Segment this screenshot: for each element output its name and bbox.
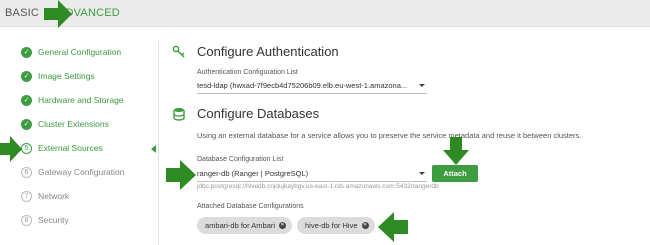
nav-item-image-settings[interactable]: ✓ Image Settings — [21, 66, 95, 86]
auth-config-select[interactable]: tesd-ldap (hwxad-7f9ecb4d75206b09.elb.eu… — [197, 80, 427, 94]
nav-item-general-configuration[interactable]: ✓ General Configuration — [21, 42, 121, 62]
annotation-arrow-icon — [0, 136, 22, 162]
remove-icon[interactable]: ✕ — [279, 222, 287, 229]
annotation-arrow-icon — [443, 137, 469, 165]
nav-item-network[interactable]: 7 Network — [21, 186, 69, 206]
attached-db-label: Attached Database Configurations — [197, 203, 304, 210]
chevron-down-icon — [419, 172, 425, 175]
chevron-down-icon — [419, 84, 425, 87]
nav-item-cluster-extensions[interactable]: ✓ Cluster Extensions — [21, 114, 109, 134]
nav-item-security[interactable]: 8 Security — [21, 210, 69, 230]
db-config-selected-value: ranger-db (Ranger | PostgreSQL) — [197, 169, 309, 178]
annotation-arrow-icon — [378, 212, 408, 242]
mode-tab-bar: BASIC ADVANCED — [0, 0, 650, 27]
database-icon — [172, 107, 186, 121]
step-number: 7 — [21, 190, 32, 202]
remove-icon[interactable]: ✕ — [361, 222, 369, 229]
check-icon: ✓ — [21, 94, 32, 106]
check-icon: ✓ — [21, 46, 32, 58]
attached-db-chip-hive: hive-db for Hive ✕ — [297, 217, 375, 234]
db-list-label: Database Configuration List — [197, 156, 284, 163]
tab-basic[interactable]: BASIC — [5, 7, 39, 19]
nav-item-label: Gateway Configuration — [38, 167, 125, 177]
nav-item-label: External Sources — [38, 143, 103, 153]
step-number: 6 — [21, 166, 32, 178]
nav-item-label: General Configuration — [38, 47, 122, 57]
nav-item-hardware-and-storage[interactable]: ✓ Hardware and Storage — [21, 90, 124, 110]
attach-button[interactable]: Attach — [432, 165, 478, 182]
nav-item-label: Network — [38, 191, 70, 201]
nav-item-label: Image Settings — [38, 71, 95, 81]
db-config-select[interactable]: ranger-db (Ranger | PostgreSQL) — [197, 168, 427, 182]
databases-description: Using an external database for a service… — [197, 131, 582, 140]
auth-section-title: Configure Authentication — [197, 44, 339, 59]
databases-section-title: Configure Databases — [197, 106, 320, 121]
annotation-arrow-icon — [166, 160, 196, 190]
chip-label: ambari-db for Ambari — [205, 221, 276, 230]
check-icon: ✓ — [21, 118, 32, 130]
nav-divider — [158, 41, 159, 245]
current-step-pointer-icon — [151, 145, 156, 153]
auth-list-label: Authentication Configuration List — [197, 69, 298, 76]
step-number: 8 — [21, 214, 32, 226]
nav-item-label: Cluster Extensions — [38, 119, 109, 129]
attached-db-chip-ambari: ambari-db for Ambari ✕ — [197, 217, 293, 234]
annotation-arrow-icon — [44, 0, 72, 28]
check-icon: ✓ — [21, 70, 32, 82]
nav-item-external-sources[interactable]: 5 External Sources — [21, 138, 103, 158]
nav-item-label: Hardware and Storage — [38, 95, 124, 105]
nav-item-label: Security — [38, 215, 69, 225]
step-number: 5 — [21, 142, 32, 154]
auth-config-selected-value: tesd-ldap (hwxad-7f9ecb4d75206b09.elb.eu… — [197, 81, 408, 90]
key-icon — [172, 45, 186, 59]
nav-item-gateway-configuration[interactable]: 6 Gateway Configuration — [21, 162, 124, 182]
jdbc-url-text: jdbc:postgresql://hivedb.cnjdujkaybgv.us… — [197, 183, 439, 190]
chip-label: hive-db for Hive — [305, 221, 358, 230]
